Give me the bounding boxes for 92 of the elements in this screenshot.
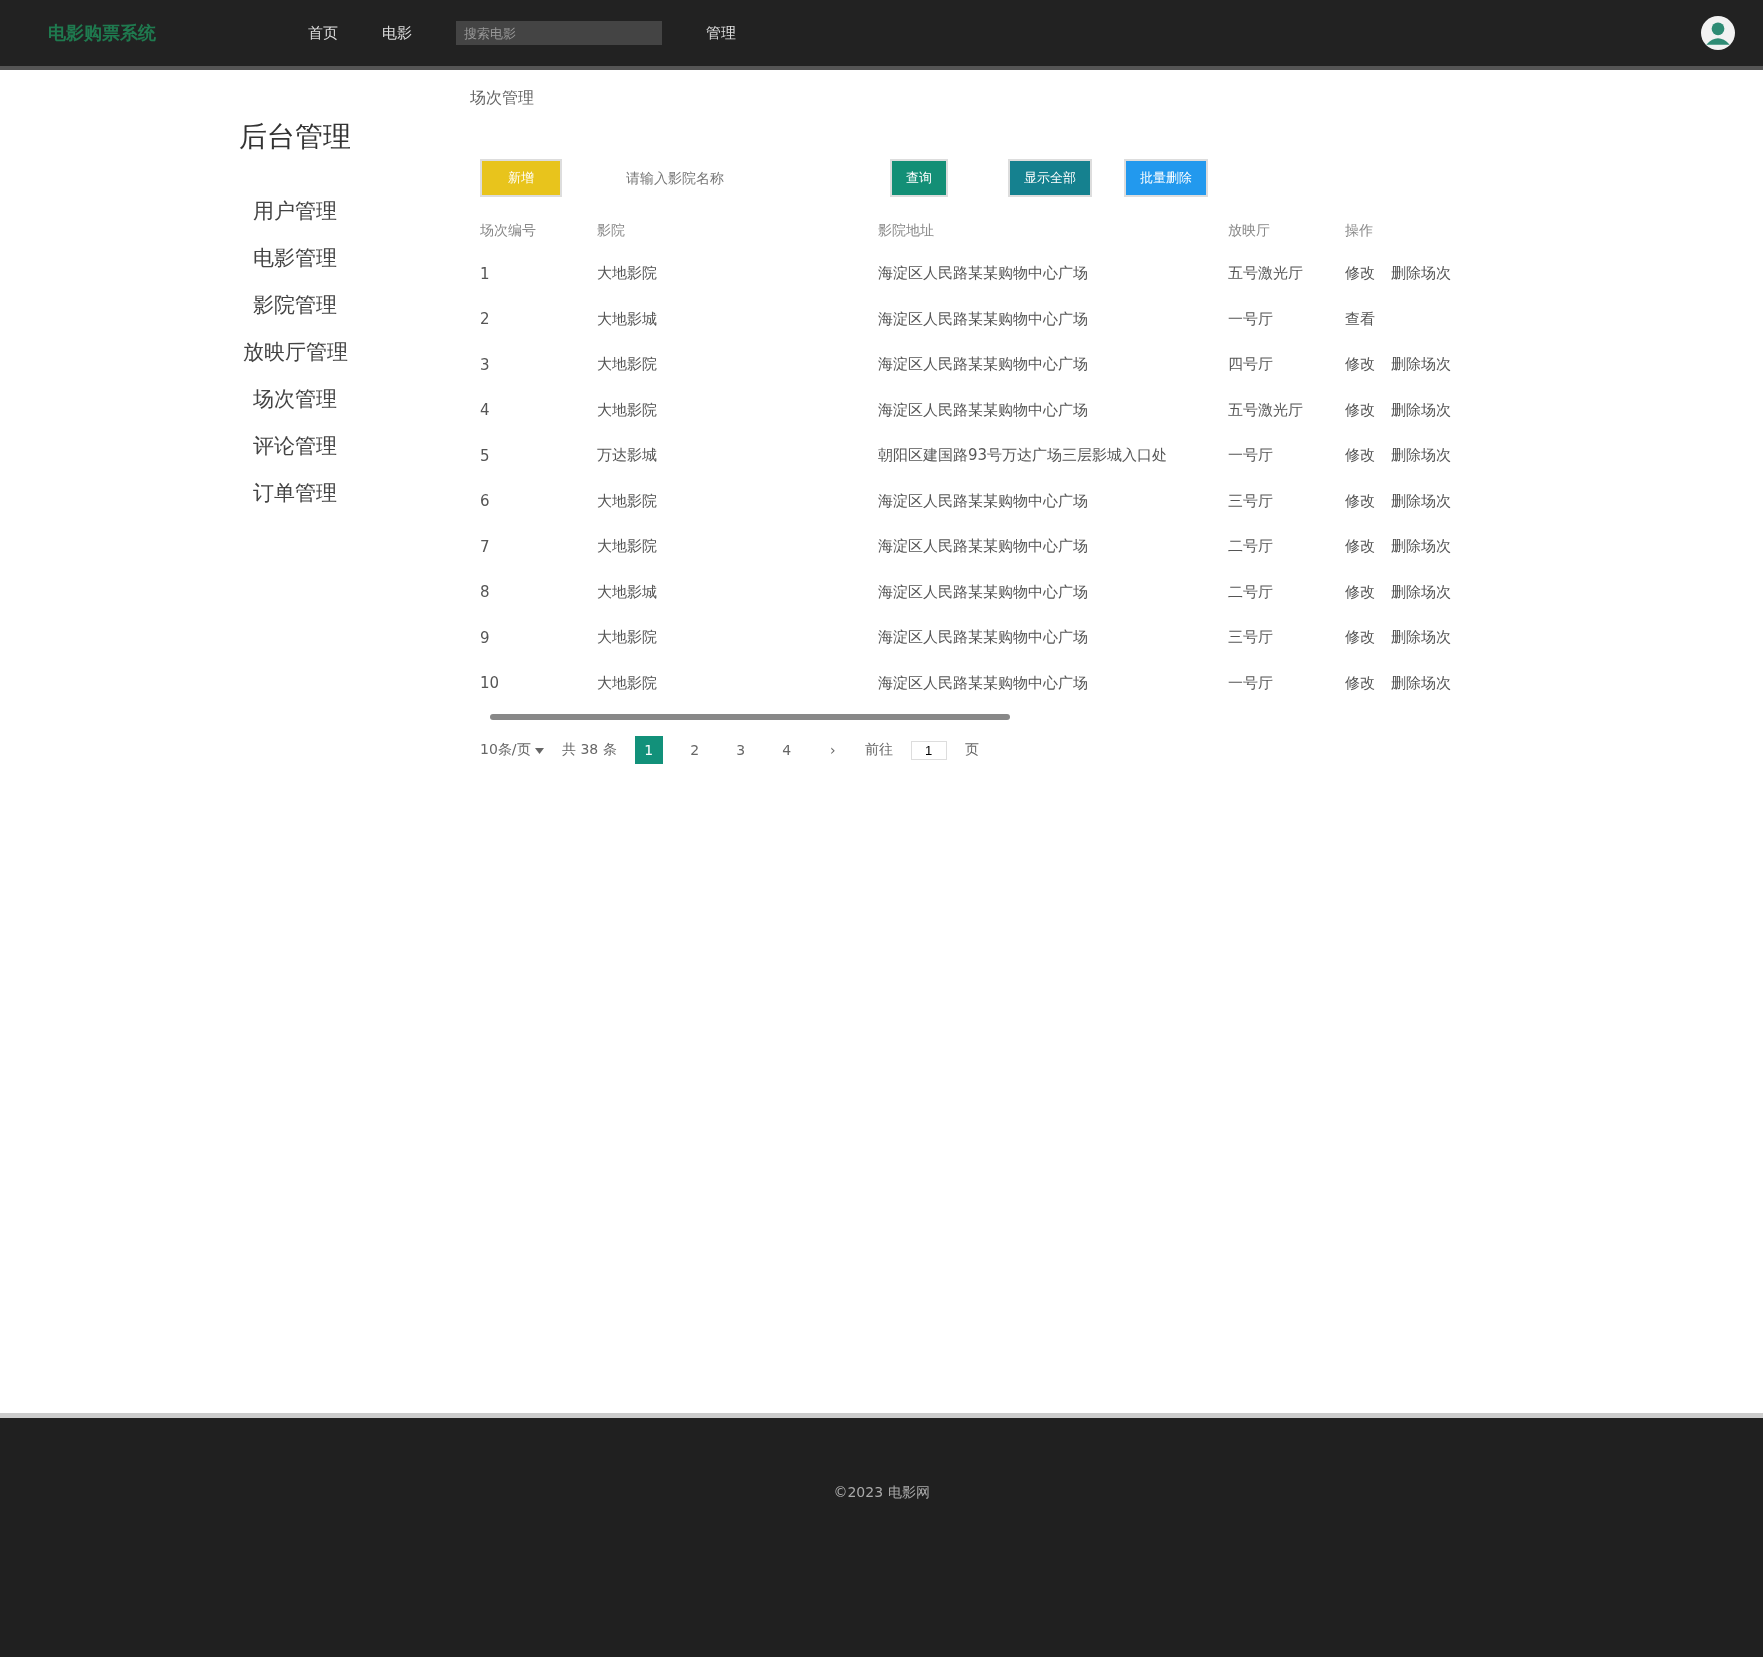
table-cell-text: 海淀区人民路某某购物中心广场 — [878, 582, 1089, 602]
column-header: 放映厅 — [1228, 222, 1271, 240]
caret-icon — [535, 748, 544, 754]
column-header: 场次编号 — [480, 222, 537, 240]
table-cell-text: 海淀区人民路某某购物中心广场 — [878, 355, 1089, 375]
table-cell-text: 五号激光厅 — [1228, 264, 1304, 284]
table-cell-text: 海淀区人民路某某购物中心广场 — [878, 628, 1089, 648]
show-all-button[interactable]: 显示全部 — [1008, 159, 1092, 197]
sidebar-item[interactable]: 影院管理 — [253, 291, 337, 319]
action-link[interactable]: 修改 — [1345, 537, 1375, 557]
table-cell-text: 海淀区人民路某某购物中心广场 — [878, 400, 1089, 420]
search-button[interactable]: 查询 — [890, 159, 948, 197]
column-header: 操作 — [1345, 222, 1373, 240]
table-cell-text: 海淀区人民路某某购物中心广场 — [878, 309, 1089, 329]
action-link[interactable]: 修改 — [1345, 491, 1375, 511]
action-link[interactable]: 修改 — [1345, 628, 1375, 648]
table-cell-text: 大地影院 — [597, 673, 658, 693]
table-cell-text: 8 — [480, 583, 491, 602]
page-button[interactable]: 3 — [726, 736, 755, 764]
action-link[interactable]: 删除场次 — [1391, 537, 1451, 557]
action-link[interactable]: 删除场次 — [1391, 673, 1451, 693]
total-count: 共 38 条 — [562, 741, 617, 759]
table-cell-text: 朝阳区建国路93号万达广场三层影城入口处 — [878, 446, 1169, 466]
table-cell-text: 大地影城 — [597, 309, 658, 329]
sidebar-title: 后台管理 — [239, 119, 351, 155]
action-link[interactable]: 删除场次 — [1391, 400, 1451, 420]
table-cell-text: 万达影城 — [597, 446, 658, 466]
table-cell-text: 9 — [480, 628, 491, 647]
table-cell-text: 10 — [480, 674, 501, 693]
page-button[interactable]: 2 — [680, 736, 709, 764]
nav-link[interactable]: 首页 — [308, 23, 338, 43]
sidebar-item[interactable]: 用户管理 — [253, 197, 337, 225]
nav-link[interactable]: 管理 — [706, 23, 736, 43]
table-cell-text: 二号厅 — [1228, 582, 1274, 602]
page-button[interactable]: 1 — [634, 736, 663, 764]
table-cell-text: 三号厅 — [1228, 491, 1274, 511]
table-cell-text: 6 — [480, 492, 491, 511]
goto-label: 前往 — [864, 741, 893, 759]
table-cell-text: 海淀区人民路某某购物中心广场 — [878, 264, 1089, 284]
table-cell-text: 大地影院 — [597, 355, 658, 375]
sidebar-item[interactable]: 电影管理 — [253, 244, 337, 272]
table-cell-text: 二号厅 — [1228, 537, 1274, 557]
table-cell-text: 大地影城 — [597, 582, 658, 602]
action-link[interactable]: 修改 — [1345, 355, 1375, 375]
action-link[interactable]: 删除场次 — [1391, 446, 1451, 466]
table-cell-text: 4 — [480, 401, 491, 420]
table-cell-text: 一号厅 — [1228, 309, 1274, 329]
action-link[interactable]: 修改 — [1345, 264, 1375, 284]
table-cell-text: 海淀区人民路某某购物中心广场 — [878, 673, 1089, 693]
table-cell-text: 1 — [480, 264, 491, 283]
table-cell-text: 3 — [480, 355, 491, 374]
next-page-button[interactable]: › — [818, 736, 847, 764]
avatar-icon[interactable] — [1701, 16, 1735, 50]
nav-link[interactable]: 电影 — [382, 23, 412, 43]
table-cell-text: 一号厅 — [1228, 446, 1274, 466]
goto-suffix: 页 — [964, 741, 979, 759]
table-cell-text: 大地影院 — [597, 537, 658, 557]
page-input[interactable]: 1 — [910, 740, 947, 760]
breadcrumb: 场次管理 — [470, 88, 535, 109]
page-button[interactable]: 4 — [772, 736, 801, 764]
action-link[interactable]: 查看 — [1345, 309, 1375, 329]
column-header: 影院地址 — [878, 222, 935, 240]
table-cell-text: 大地影院 — [597, 491, 658, 511]
table-cell-text: 海淀区人民路某某购物中心广场 — [878, 537, 1089, 557]
footer-text: ©2023 电影网 — [833, 1484, 930, 1502]
sidebar-item[interactable]: 场次管理 — [253, 385, 337, 413]
table-cell-text: 三号厅 — [1228, 628, 1274, 648]
table-cell-text: 海淀区人民路某某购物中心广场 — [878, 491, 1089, 511]
action-link[interactable]: 修改 — [1345, 446, 1375, 466]
table-cell-text: 五号激光厅 — [1228, 400, 1304, 420]
table-cell-text: 一号厅 — [1228, 673, 1274, 693]
sidebar-item[interactable]: 订单管理 — [253, 479, 337, 507]
action-link[interactable]: 删除场次 — [1391, 264, 1451, 284]
table-cell-text: 5 — [480, 446, 491, 465]
action-link[interactable]: 删除场次 — [1391, 582, 1451, 602]
action-link[interactable]: 删除场次 — [1391, 491, 1451, 511]
search-field[interactable]: 搜索电影 — [456, 21, 662, 45]
table-cell-text: 大地影院 — [597, 264, 658, 284]
action-link[interactable]: 修改 — [1345, 673, 1375, 693]
sidebar-item[interactable]: 放映厅管理 — [242, 338, 348, 366]
column-header: 影院 — [597, 222, 626, 240]
table-cell-text: 大地影院 — [597, 628, 658, 648]
sidebar-item[interactable]: 评论管理 — [253, 432, 337, 460]
action-link[interactable]: 修改 — [1345, 582, 1375, 602]
table-cell-text: 7 — [480, 537, 491, 556]
table-cell-text: 四号厅 — [1228, 355, 1274, 375]
action-link[interactable]: 删除场次 — [1391, 355, 1451, 375]
table-cell-text: 大地影院 — [597, 400, 658, 420]
table-cell-text: 2 — [480, 310, 491, 329]
action-link[interactable]: 修改 — [1345, 400, 1375, 420]
action-link[interactable]: 删除场次 — [1391, 628, 1451, 648]
page-size-select[interactable]: 10条/页 — [480, 741, 544, 759]
